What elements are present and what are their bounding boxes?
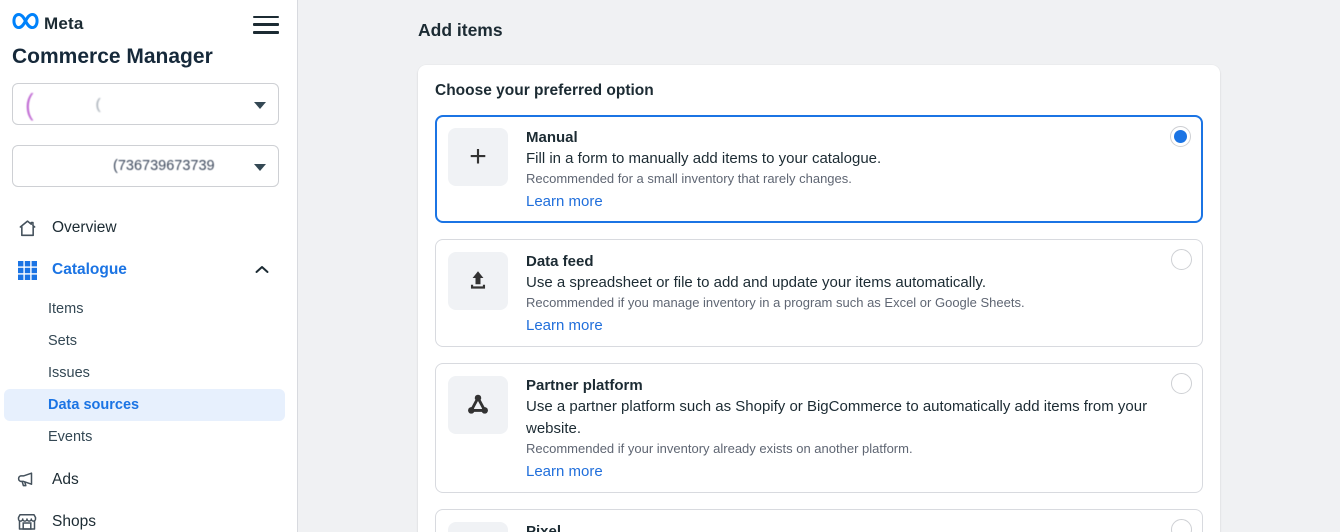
sidebar-subitem-items[interactable]: Items <box>4 293 285 325</box>
page-title: Add items <box>418 20 1220 41</box>
home-icon <box>16 217 38 239</box>
sidebar-item-overview[interactable]: Overview <box>12 207 287 249</box>
option-data-feed[interactable]: Data feed Use a spreadsheet or file to a… <box>435 239 1203 347</box>
storefront-icon <box>16 511 38 532</box>
sidebar-subitem-sets[interactable]: Sets <box>4 325 285 357</box>
learn-more-link[interactable]: Learn more <box>526 191 603 212</box>
option-description: Use a partner platform such as Shopify o… <box>526 396 1190 440</box>
option-pixel[interactable]: </> Pixel Use your Facebook pixel to aut… <box>435 509 1203 532</box>
option-recommendation: Recommended for a small inventory that r… <box>526 170 881 188</box>
sidebar-item-label: Overview <box>52 219 117 237</box>
option-recommendation: Recommended if you manage inventory in a… <box>526 294 1025 312</box>
sidebar-header: Meta <box>12 12 287 35</box>
catalogue-dropdown[interactable]: (736739673739 <box>12 145 279 187</box>
code-icon: </> <box>448 522 508 532</box>
redacted-account-text-2: ( <box>96 96 101 113</box>
menu-icon[interactable] <box>253 16 279 34</box>
meta-wordmark: Meta <box>44 14 84 34</box>
subitem-label: Data sources <box>48 397 139 413</box>
caret-down-icon <box>254 164 266 171</box>
option-title: Data feed <box>526 252 1025 272</box>
option-recommendation: Recommended if your inventory already ex… <box>526 440 1190 458</box>
redacted-account-text: ( <box>25 86 34 122</box>
sidebar-item-label: Ads <box>52 471 79 489</box>
sidebar-subitem-events[interactable]: Events <box>4 421 285 453</box>
sidebar-item-label: Catalogue <box>52 261 127 279</box>
sidebar-item-shops[interactable]: Shops <box>12 501 287 532</box>
main-content: Add items Choose your preferred option +… <box>298 0 1340 532</box>
subitem-label: Sets <box>48 333 77 349</box>
subitem-label: Issues <box>48 365 90 381</box>
option-title: Manual <box>526 128 881 148</box>
panel-title: Choose your preferred option <box>435 82 1203 100</box>
option-partner-platform[interactable]: Partner platform Use a partner platform … <box>435 363 1203 493</box>
meta-logo[interactable]: Meta <box>12 12 84 35</box>
radio-button[interactable] <box>1171 519 1192 532</box>
account-dropdown[interactable]: ( ( <box>12 83 279 125</box>
sidebar-item-label: Shops <box>52 513 96 531</box>
caret-down-icon <box>254 102 266 109</box>
grid-icon <box>16 259 38 281</box>
radio-button[interactable] <box>1170 126 1191 147</box>
learn-more-link[interactable]: Learn more <box>526 461 603 482</box>
sidebar-item-catalogue[interactable]: Catalogue <box>12 249 287 291</box>
partner-icon <box>448 376 508 434</box>
option-description: Use a spreadsheet or file to add and upd… <box>526 272 1025 294</box>
option-title: Pixel <box>526 522 995 532</box>
upload-icon <box>448 252 508 310</box>
option-title: Partner platform <box>526 376 1190 396</box>
radio-button[interactable] <box>1171 373 1192 394</box>
megaphone-icon <box>16 469 38 491</box>
sidebar: Meta Commerce Manager ( ( (736739673739 … <box>0 0 298 532</box>
catalogue-id-text: (736739673739 <box>113 158 215 174</box>
sidebar-subitem-data-sources[interactable]: Data sources <box>4 389 285 421</box>
sidebar-subitem-issues[interactable]: Issues <box>4 357 285 389</box>
app-title: Commerce Manager <box>12 45 287 69</box>
subitem-label: Items <box>48 301 83 317</box>
sidebar-nav: Overview Catalogue <box>12 207 287 532</box>
catalogue-subnav: Items Sets Issues Data sources Events <box>12 293 287 453</box>
radio-button[interactable] <box>1171 249 1192 270</box>
learn-more-link[interactable]: Learn more <box>526 315 603 336</box>
option-manual[interactable]: + Manual Fill in a form to manually add … <box>435 115 1203 223</box>
chevron-up-icon[interactable] <box>255 261 269 279</box>
meta-infinity-icon <box>12 12 39 35</box>
sidebar-item-ads[interactable]: Ads <box>12 459 287 501</box>
subitem-label: Events <box>48 429 92 445</box>
option-description: Fill in a form to manually add items to … <box>526 148 881 170</box>
plus-icon: + <box>448 128 508 186</box>
options-panel: Choose your preferred option + Manual Fi… <box>418 65 1220 532</box>
